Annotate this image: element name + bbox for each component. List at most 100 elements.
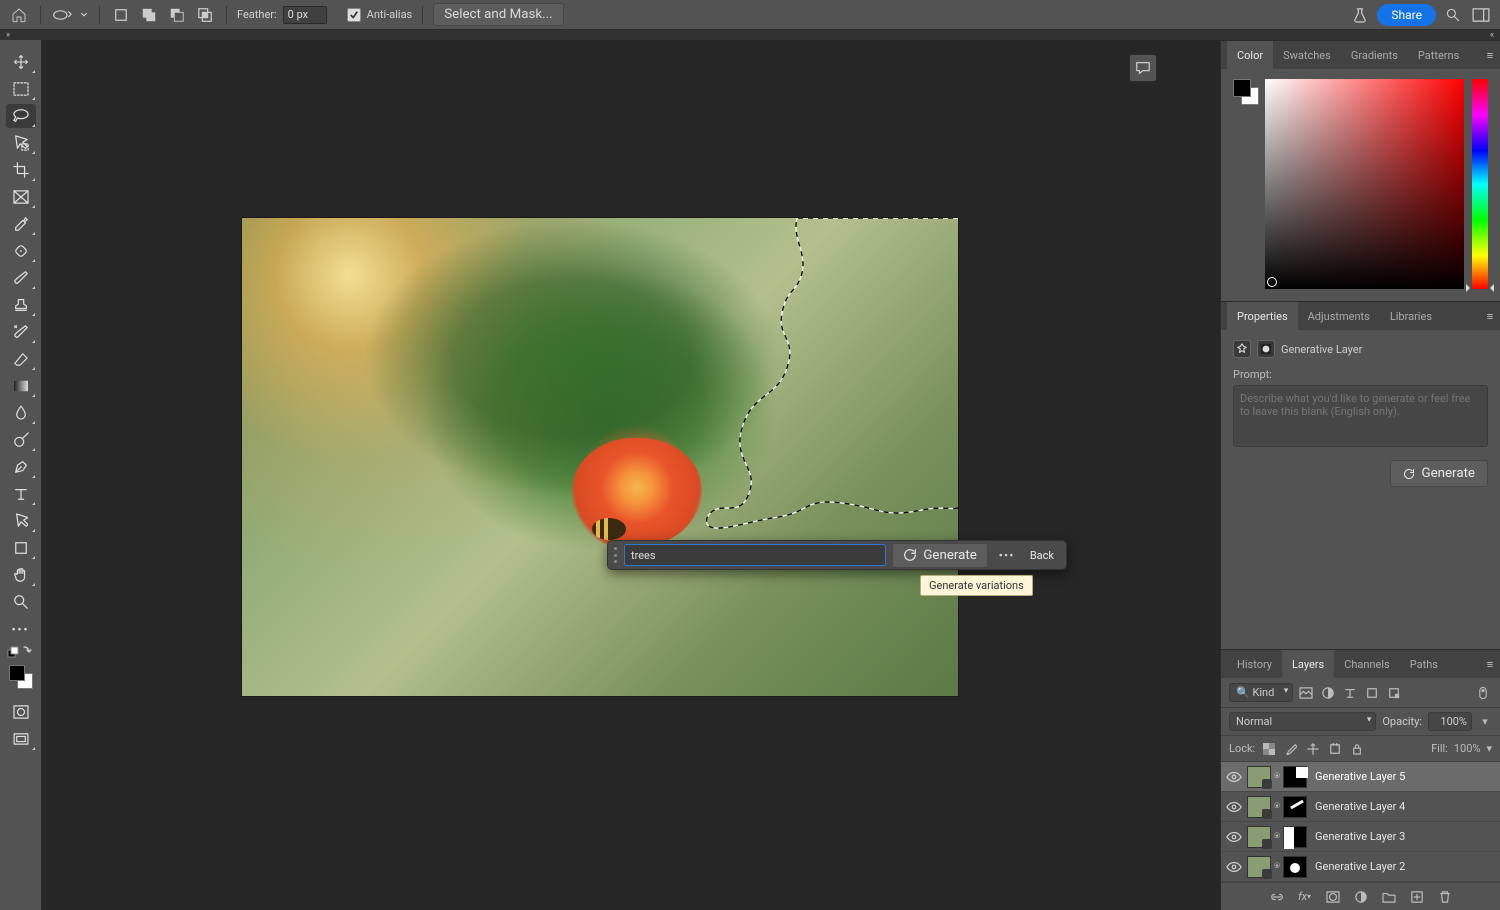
layer-thumbnail[interactable]: [1247, 766, 1271, 788]
crop-tool[interactable]: [6, 158, 36, 182]
eraser-tool[interactable]: [6, 347, 36, 371]
shape-tool[interactable]: [6, 536, 36, 560]
fg-bg-color-swatch[interactable]: [1233, 79, 1257, 291]
visibility-toggle-icon[interactable]: [1221, 801, 1247, 813]
layer-name[interactable]: Generative Layer 5: [1315, 770, 1492, 783]
color-panel-menu-icon[interactable]: ≡: [1480, 49, 1500, 62]
foreground-background-colors[interactable]: [7, 663, 35, 691]
filter-type-icon[interactable]: [1341, 684, 1359, 702]
visibility-toggle-icon[interactable]: [1221, 831, 1247, 843]
generative-prompt-input[interactable]: [624, 544, 886, 566]
layers-list[interactable]: ⍟Generative Layer 5⍟Generative Layer 4⍟G…: [1221, 762, 1500, 882]
tab-scroll-right-icon[interactable]: «: [1486, 30, 1498, 40]
layer-mask-thumbnail[interactable]: [1283, 796, 1307, 818]
default-colors-swap[interactable]: [7, 644, 35, 658]
tab-patterns[interactable]: Patterns: [1408, 41, 1469, 69]
tab-layers[interactable]: Layers: [1282, 650, 1334, 678]
delete-layer-icon[interactable]: [1437, 889, 1453, 905]
intersect-selection-icon[interactable]: [194, 4, 216, 26]
mask-link-icon[interactable]: ⍟: [1273, 831, 1281, 842]
fill-dropdown-icon[interactable]: ▾: [1486, 742, 1492, 755]
brush-tool[interactable]: [6, 266, 36, 290]
layer-mask-thumbnail[interactable]: [1283, 766, 1307, 788]
gradient-tool[interactable]: [6, 374, 36, 398]
tab-scroll-left-icon[interactable]: »: [2, 30, 14, 40]
filter-adjustment-icon[interactable]: [1319, 684, 1337, 702]
filter-toggle[interactable]: [1474, 684, 1492, 702]
selection-tool[interactable]: [6, 131, 36, 155]
filter-shape-icon[interactable]: [1363, 684, 1381, 702]
color-field[interactable]: [1265, 79, 1464, 289]
layer-row[interactable]: ⍟ Generative Layer 4: [1221, 792, 1500, 822]
frame-tool[interactable]: [6, 185, 36, 209]
visibility-toggle-icon[interactable]: [1221, 861, 1247, 873]
add-selection-icon[interactable]: [138, 4, 160, 26]
new-layer-icon[interactable]: [1409, 889, 1425, 905]
opacity-value[interactable]: 100%: [1428, 712, 1472, 731]
opacity-dropdown-icon[interactable]: ▾: [1478, 713, 1492, 731]
mask-link-icon[interactable]: ⍟: [1273, 801, 1281, 812]
quick-mask-toggle[interactable]: [6, 700, 36, 724]
layer-row[interactable]: ⍟ Generative Layer 2: [1221, 852, 1500, 882]
tab-history[interactable]: History: [1227, 650, 1282, 678]
layer-name[interactable]: Generative Layer 2: [1315, 860, 1492, 873]
layers-panel-menu-icon[interactable]: ≡: [1480, 658, 1500, 671]
group-layers-icon[interactable]: [1381, 889, 1397, 905]
layer-style-icon[interactable]: fx▾: [1297, 889, 1313, 905]
lock-artboard-icon[interactable]: [1327, 741, 1343, 757]
layer-filter-kind[interactable]: 🔍 Kind: [1229, 683, 1293, 702]
tab-properties[interactable]: Properties: [1227, 302, 1298, 330]
edit-toolbar-button[interactable]: •••: [6, 617, 36, 641]
mask-link-icon[interactable]: ⍟: [1273, 861, 1281, 872]
filter-pixel-icon[interactable]: [1297, 684, 1315, 702]
blur-tool[interactable]: [6, 401, 36, 425]
taskbar-back-button[interactable]: Back: [1024, 549, 1060, 562]
subtract-selection-icon[interactable]: [166, 4, 188, 26]
move-tool[interactable]: [6, 50, 36, 74]
tool-preset-chevron-icon[interactable]: [79, 4, 89, 26]
feather-input[interactable]: [283, 6, 327, 24]
lock-image-icon[interactable]: [1283, 741, 1299, 757]
home-icon[interactable]: [8, 4, 30, 26]
hue-slider[interactable]: [1472, 79, 1488, 289]
marquee-tool[interactable]: [6, 77, 36, 101]
pen-tool[interactable]: [6, 455, 36, 479]
layer-mask-add-icon[interactable]: [1325, 889, 1341, 905]
labs-icon[interactable]: [1349, 4, 1371, 26]
blend-mode-select[interactable]: Normal: [1229, 712, 1376, 731]
comments-panel-collapsed[interactable]: [1129, 54, 1157, 82]
properties-prompt-input[interactable]: [1233, 385, 1488, 447]
contextual-task-bar[interactable]: Generate Back: [607, 540, 1067, 570]
stamp-tool[interactable]: [6, 293, 36, 317]
hand-tool[interactable]: [6, 563, 36, 587]
lock-all-icon[interactable]: [1349, 741, 1365, 757]
properties-panel-menu-icon[interactable]: ≡: [1480, 310, 1500, 323]
lasso-tool[interactable]: [6, 104, 36, 128]
visibility-toggle-icon[interactable]: [1221, 771, 1247, 783]
document-canvas[interactable]: [242, 218, 958, 696]
tab-gradients[interactable]: Gradients: [1341, 41, 1408, 69]
search-icon[interactable]: [1442, 4, 1464, 26]
tab-channels[interactable]: Channels: [1334, 650, 1400, 678]
workspace-icon[interactable]: [1470, 4, 1492, 26]
layer-thumbnail[interactable]: [1247, 826, 1271, 848]
layer-mask-thumbnail[interactable]: [1283, 826, 1307, 848]
layer-row[interactable]: ⍟Generative Layer 5: [1221, 762, 1500, 792]
healing-tool[interactable]: [6, 239, 36, 263]
lock-position-icon[interactable]: [1305, 741, 1321, 757]
type-tool[interactable]: [6, 482, 36, 506]
taskbar-more-button[interactable]: [994, 544, 1018, 566]
lock-transparency-icon[interactable]: [1261, 741, 1277, 757]
tool-preset-icon[interactable]: [51, 4, 73, 26]
tab-libraries[interactable]: Libraries: [1380, 302, 1442, 330]
layer-name[interactable]: Generative Layer 4: [1315, 800, 1492, 813]
tab-adjustments[interactable]: Adjustments: [1298, 302, 1380, 330]
properties-generate-button[interactable]: Generate: [1390, 460, 1488, 487]
filter-smart-icon[interactable]: [1385, 684, 1403, 702]
layer-row[interactable]: ⍟Generative Layer 3: [1221, 822, 1500, 852]
layer-thumbnail[interactable]: [1247, 796, 1271, 818]
select-and-mask-button[interactable]: Select and Mask...: [433, 3, 563, 26]
new-selection-icon[interactable]: [110, 4, 132, 26]
anti-alias-checkbox[interactable]: [347, 8, 361, 22]
share-button[interactable]: Share: [1377, 4, 1436, 26]
